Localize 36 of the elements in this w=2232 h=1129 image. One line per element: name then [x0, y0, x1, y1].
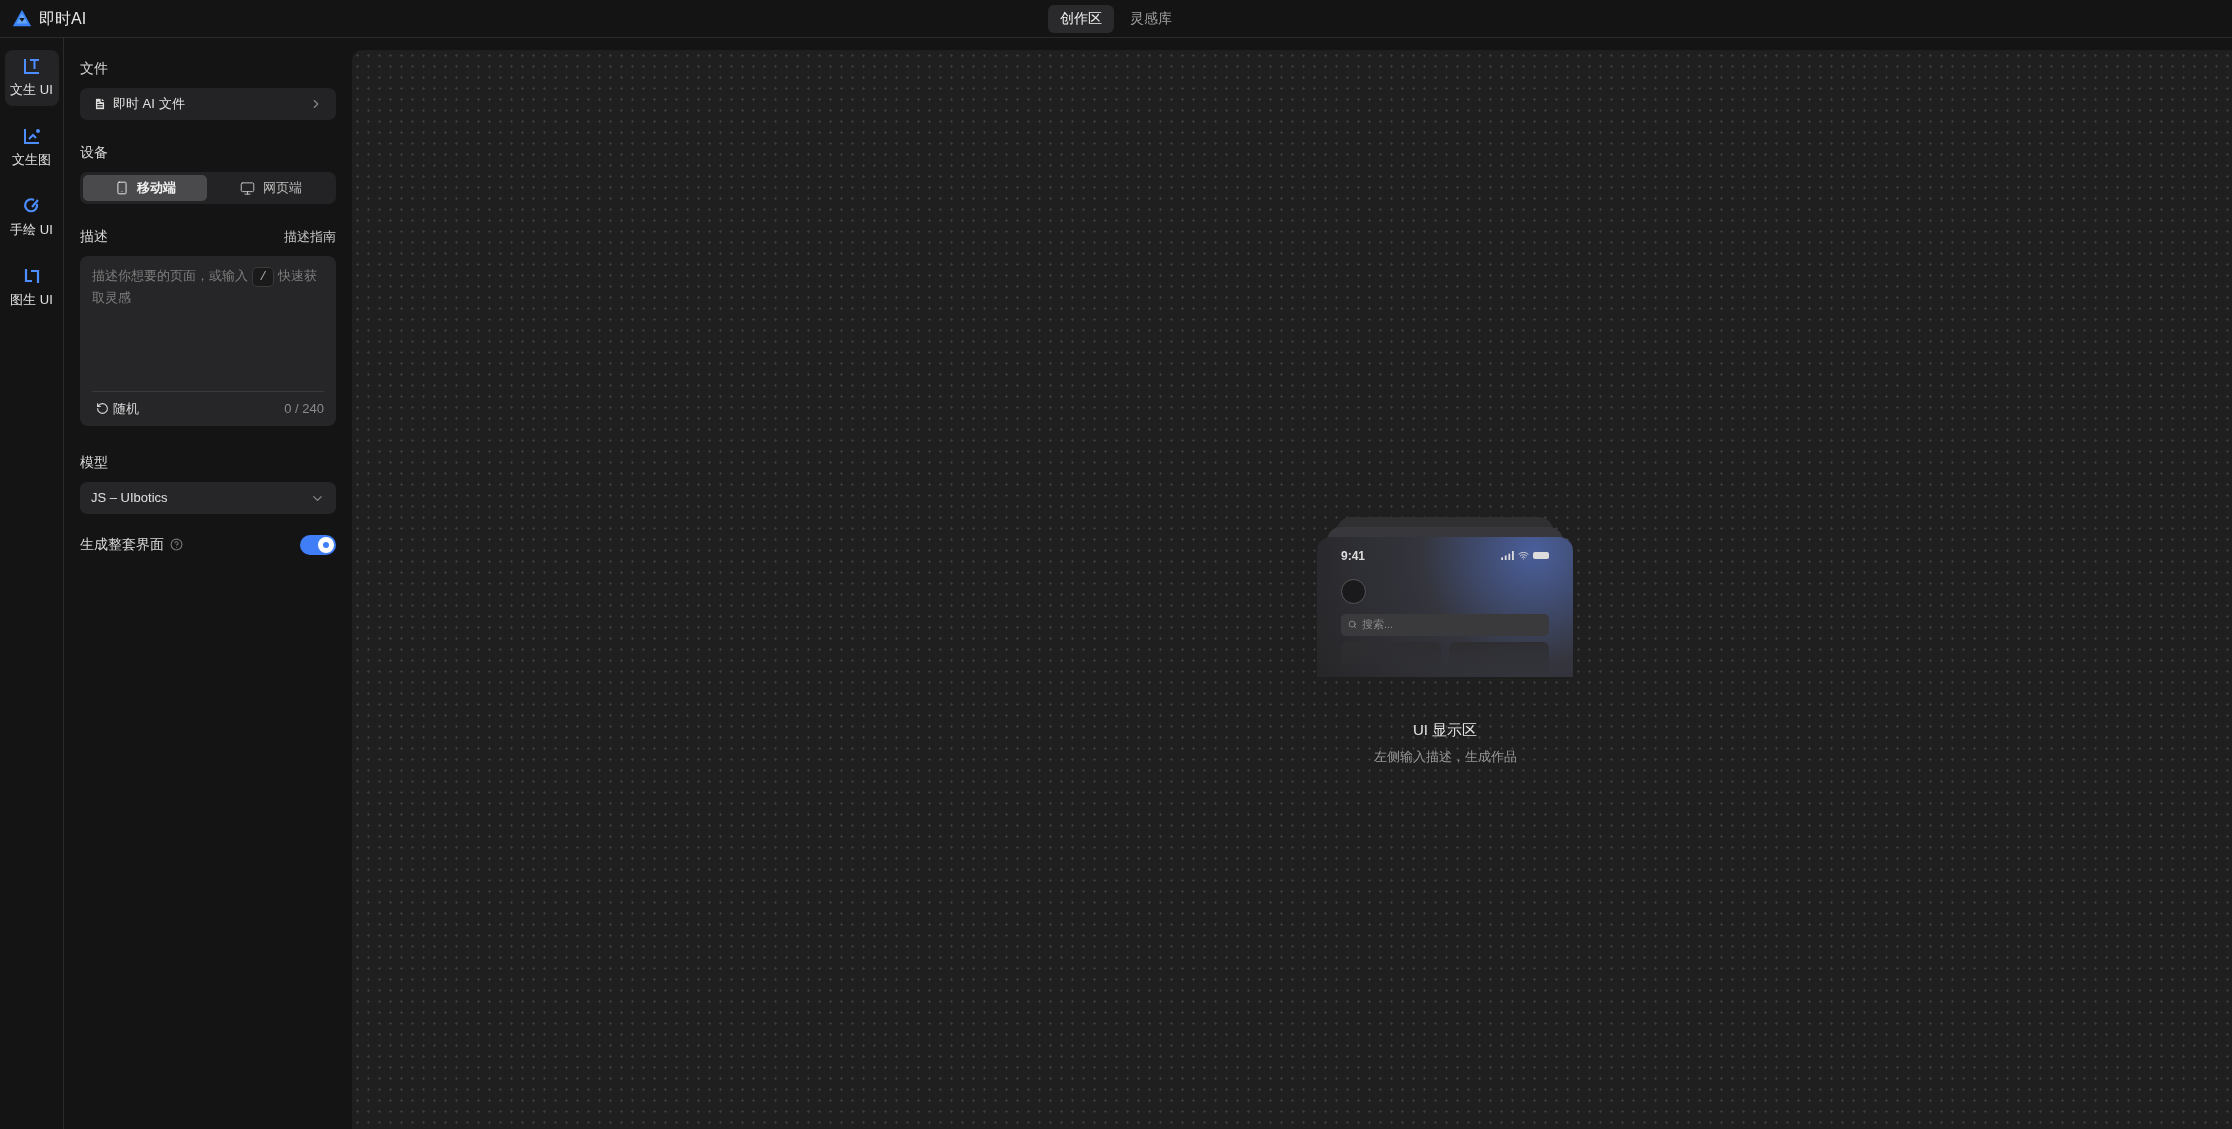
avatar: [1341, 578, 1366, 604]
phone-icon: [114, 180, 129, 196]
toggle-switch[interactable]: [300, 534, 336, 555]
app-name: 即时AI: [39, 8, 87, 29]
guide-link[interactable]: 描述指南: [284, 226, 336, 247]
section-label: 描述: [80, 227, 108, 246]
refresh-icon: [96, 401, 109, 415]
text-frame-icon: [21, 56, 42, 77]
key-hint: /: [252, 267, 274, 287]
model-dropdown[interactable]: JS – UIbotics: [80, 482, 336, 514]
status-icons: [1501, 550, 1549, 561]
mode-tab[interactable]: 文生图: [4, 120, 59, 176]
device-option[interactable]: 移动端: [83, 175, 207, 201]
file-icon: [93, 97, 107, 111]
empty-state-title: UI 显示区: [1412, 719, 1478, 740]
random-button[interactable]: 随机: [92, 398, 143, 418]
mode-tab[interactable]: 图生 UI: [4, 260, 59, 316]
device-option[interactable]: 网页端: [209, 175, 333, 201]
mode-tab[interactable]: 手绘 UI: [4, 190, 59, 246]
mode-tab[interactable]: 文生 UI: [4, 50, 59, 106]
section-label: 模型: [80, 453, 108, 472]
file-selector[interactable]: 即时 AI 文件: [80, 88, 336, 120]
monitor-icon: [240, 180, 255, 196]
section-label: 设备: [80, 143, 108, 162]
character-counter: 0 / 240: [284, 399, 324, 418]
status-time: 9:41: [1341, 547, 1366, 565]
description-field[interactable]: 描述你想要的页面，或输入 / 快速获取灵感 随机 0 / 240: [80, 256, 336, 426]
search-icon: [1348, 620, 1357, 629]
toggle-label: 生成整套界面: [80, 535, 164, 554]
chart-icon: [21, 126, 42, 147]
help-icon: [170, 538, 183, 551]
top-tab[interactable]: 创作区: [1048, 4, 1114, 33]
section-label: 文件: [80, 59, 108, 78]
empty-state-subtitle: 左侧输入描述，生成作品: [1373, 748, 1517, 766]
placeholder-text: 描述你想要的页面，或输入 / 快速获取灵感: [92, 266, 318, 307]
top-tab[interactable]: 灵感库: [1118, 4, 1184, 33]
